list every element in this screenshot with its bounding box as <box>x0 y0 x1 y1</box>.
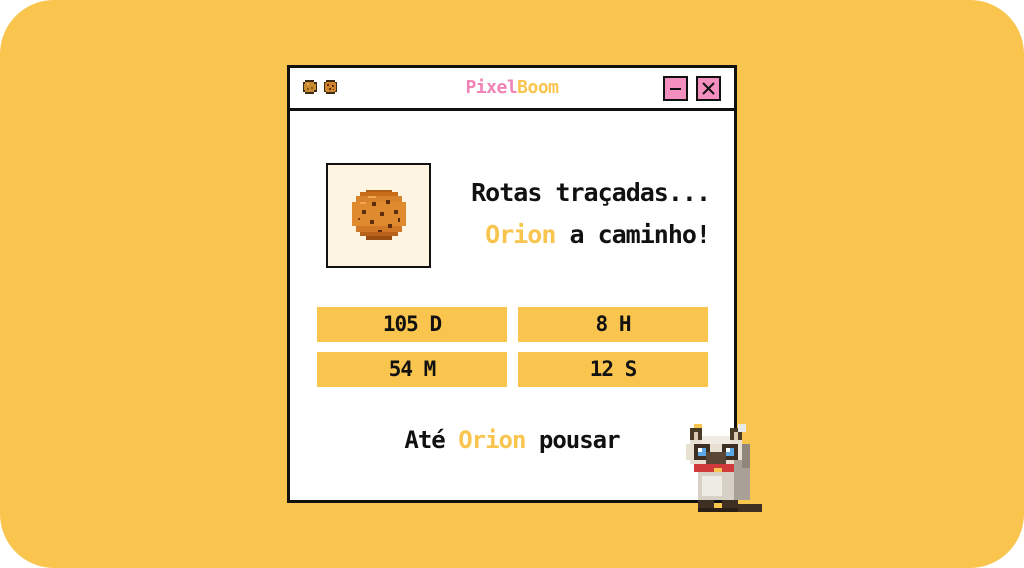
background-stage: PixelBoom Rotas traçadas... Orion a cami… <box>0 0 1024 568</box>
app-window: PixelBoom Rotas traçadas... Orion a cami… <box>287 65 737 503</box>
pixel-cat-mascot <box>686 424 766 516</box>
message-highlight: Orion <box>485 220 556 249</box>
countdown-seconds: 12 S <box>518 352 708 387</box>
footer-caption: Até Orion pousar <box>290 426 734 454</box>
window-titlebar[interactable]: PixelBoom <box>290 68 734 111</box>
app-title-boom: Boom <box>517 77 559 98</box>
minimize-button[interactable] <box>663 76 688 101</box>
close-icon <box>702 82 715 95</box>
countdown-hours: 8 H <box>518 307 708 342</box>
footer-suffix: pousar <box>525 426 621 454</box>
minimize-icon <box>670 88 681 90</box>
close-button[interactable] <box>696 76 721 101</box>
footer-prefix: Até <box>404 426 459 454</box>
countdown-days: 105 D <box>317 307 507 342</box>
cat-icon <box>686 424 762 512</box>
message-line-2: Orion a caminho! <box>440 220 711 249</box>
message-line-2-rest: a caminho! <box>555 220 711 249</box>
app-title-pixel: Pixel <box>465 77 518 98</box>
cookie-illustration <box>352 190 406 240</box>
message-line-1: Rotas traçadas... <box>471 178 711 207</box>
countdown-minutes: 54 M <box>317 352 507 387</box>
footer-highlight: Orion <box>458 426 526 454</box>
cookie-illustration-frame <box>326 163 431 268</box>
